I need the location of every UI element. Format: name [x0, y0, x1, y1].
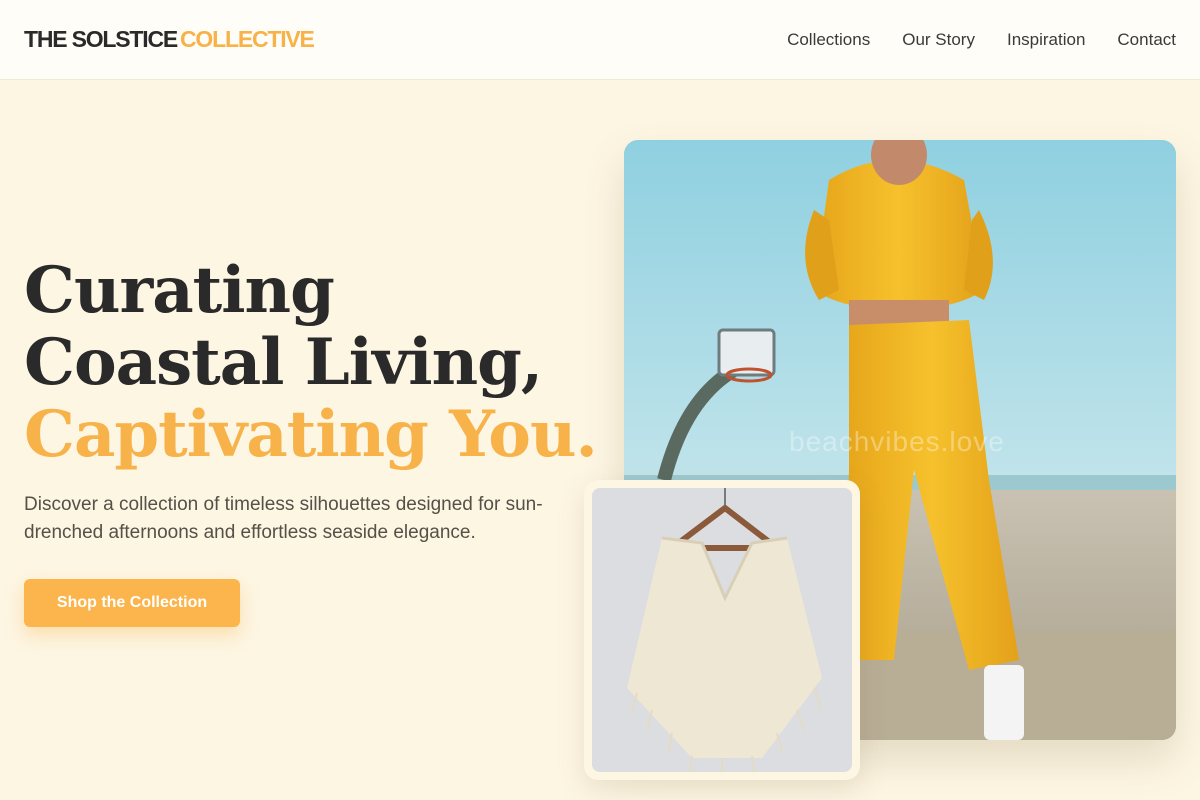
nav-our-story[interactable]: Our Story	[902, 30, 975, 50]
brand-name-primary: THE SOLSTICE	[24, 26, 178, 52]
headline-line-2: Coastal Living,	[24, 325, 543, 400]
hero-section: Curating Coastal Living, Captivating You…	[24, 253, 598, 627]
brand-logo[interactable]: THE SOLSTICE COLLECTIVE	[24, 26, 315, 53]
site-header: THE SOLSTICE COLLECTIVE Collections Our …	[0, 0, 1200, 80]
headline-line-3: Captivating You.	[24, 397, 598, 472]
photo-watermark: beachvibes.love	[789, 426, 1005, 457]
main-nav: Collections Our Story Inspiration Contac…	[787, 30, 1176, 50]
featured-product-card[interactable]	[584, 480, 860, 780]
hero-subtitle: Discover a collection of timeless silhou…	[24, 494, 543, 543]
poncho-photo	[592, 488, 852, 772]
brand-name-accent: COLLECTIVE	[180, 26, 315, 52]
nav-contact[interactable]: Contact	[1117, 30, 1176, 50]
headline-line-1: Curating	[24, 253, 335, 328]
hero-headline: Curating Coastal Living, Captivating You…	[24, 253, 598, 472]
shop-collection-button[interactable]: Shop the Collection	[24, 579, 240, 627]
poncho-illustration	[592, 488, 852, 772]
nav-collections[interactable]: Collections	[787, 30, 870, 50]
nav-inspiration[interactable]: Inspiration	[1007, 30, 1085, 50]
